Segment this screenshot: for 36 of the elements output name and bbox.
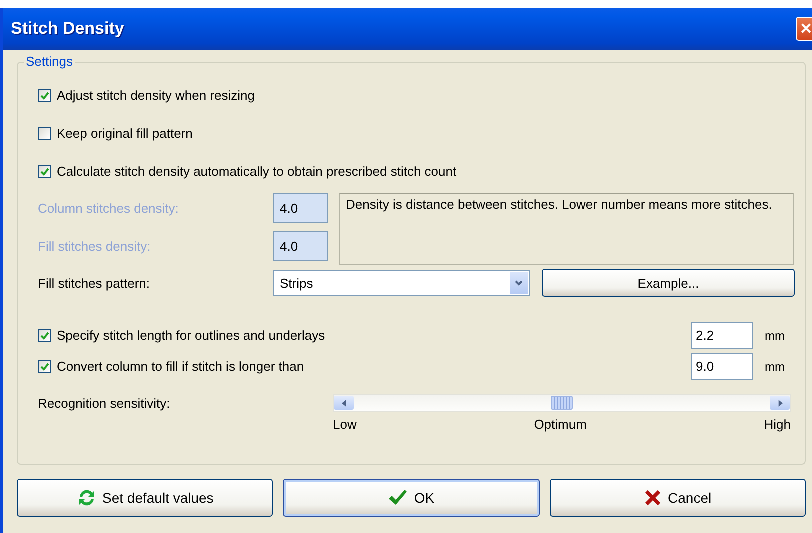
checkbox[interactable] (38, 360, 51, 373)
ok-button[interactable]: OK (283, 479, 540, 517)
checkbox[interactable] (38, 89, 51, 102)
slider-tick-label: High (764, 417, 791, 432)
checkbox-label: Keep original fill pattern (57, 126, 193, 141)
field-label: Column stitches density: (38, 200, 180, 216)
refresh-icon (76, 488, 97, 508)
checkbox-label: Calculate stitch density automatically to obtain prescribed stitch count (57, 164, 457, 179)
slider-tick-label: Optimum (534, 417, 587, 432)
cross-icon (644, 489, 662, 507)
slider-tick-label: Low (333, 417, 357, 432)
unit-label: mm (764, 360, 786, 374)
group-title: Settings (24, 54, 75, 69)
length-field[interactable]: 9.0 (691, 353, 753, 380)
checkbox[interactable] (38, 127, 51, 140)
checkbox-label: Adjust stitch density when resizing (57, 88, 255, 103)
checkbox-label: Specify stitch length for outlines and underlays (57, 328, 326, 343)
length-field[interactable]: 2.2 (691, 322, 753, 349)
cancel-button[interactable]: Cancel (550, 479, 806, 517)
default-values-button[interactable]: Set default values (17, 479, 274, 517)
field-label: Recognition sensitivity: (38, 396, 172, 413)
checkbox-label: Convert column to fill if stitch is longer than (57, 359, 304, 374)
window-title: Stitch Density (11, 19, 124, 39)
close-button[interactable]: ✕ (796, 17, 812, 41)
slider-thumb[interactable] (551, 396, 573, 410)
checkbox[interactable] (38, 329, 51, 342)
example-button[interactable]: Example... (542, 269, 795, 297)
density-note: Density is distance between stitches. Lower number means more stitches. (339, 193, 794, 265)
unit-label: mm (764, 328, 786, 342)
checkbox[interactable] (38, 165, 51, 178)
field-label: Fill stitches density: (38, 238, 152, 254)
field-label: Fill stitches pattern: (38, 276, 151, 290)
pattern-dropdown[interactable]: Strips (273, 270, 530, 296)
sensitivity-slider[interactable] (333, 394, 791, 412)
checkmark-icon (388, 488, 408, 508)
chevron-down-icon (514, 278, 524, 288)
